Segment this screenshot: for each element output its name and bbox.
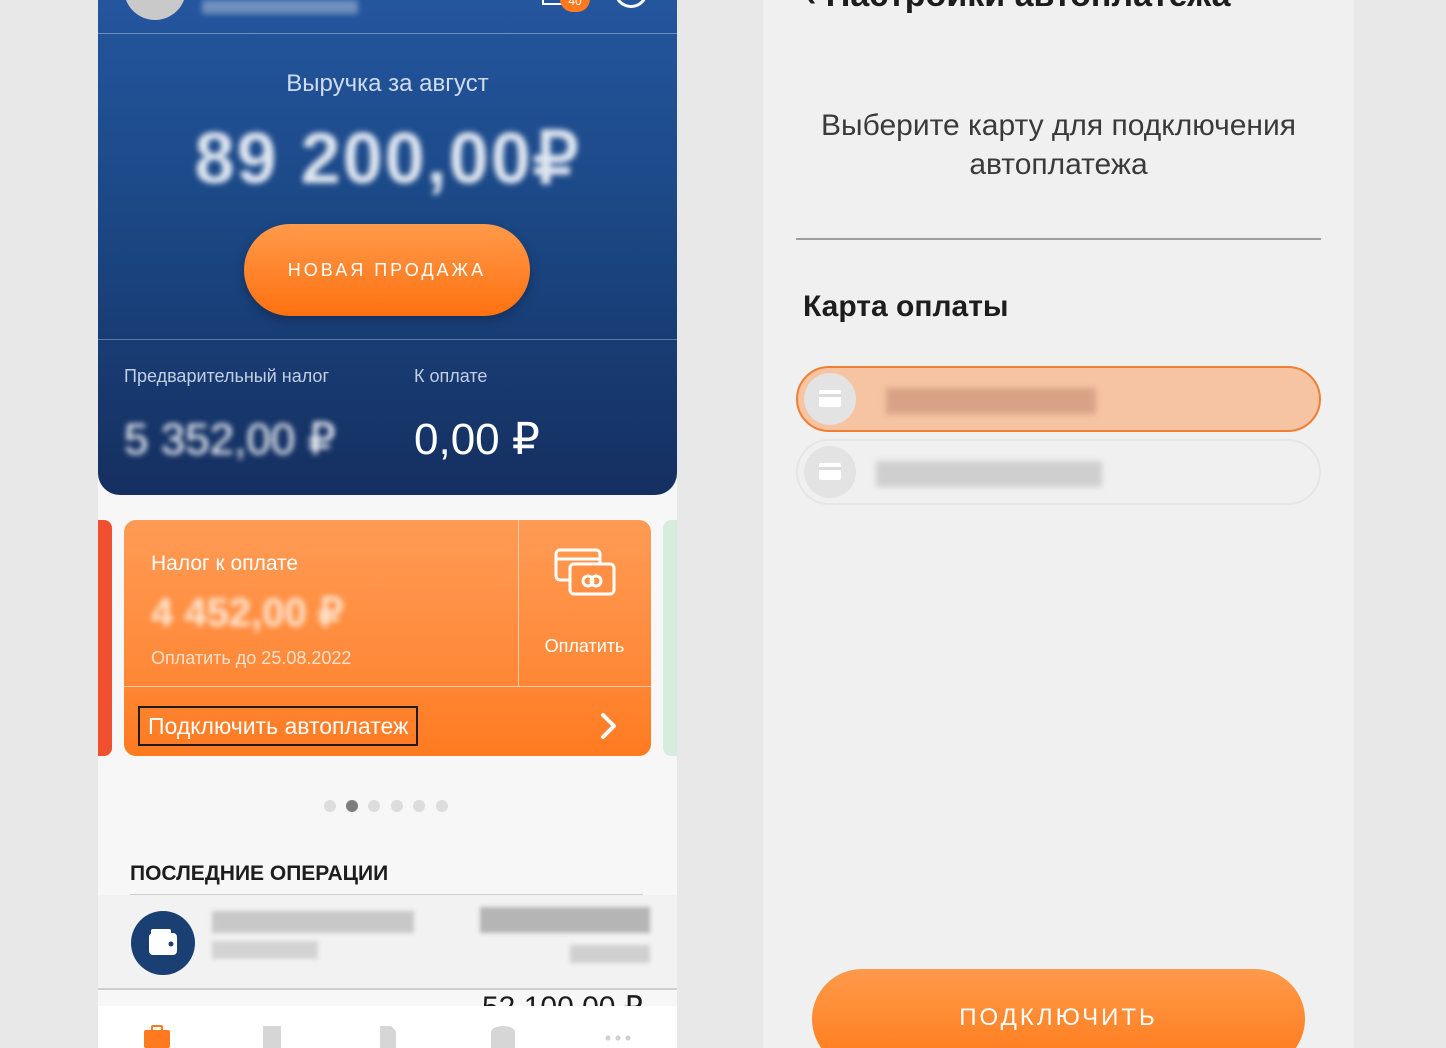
connect-autopay-link[interactable]: Подключить автоплатеж <box>138 706 419 746</box>
divider <box>796 238 1321 240</box>
home-screen: 40 Выручка за август 89 200,00₽ НОВАЯ ПР… <box>98 0 677 1048</box>
revenue-panel: 40 Выручка за август 89 200,00₽ НОВАЯ ПР… <box>98 0 677 495</box>
card-option-selected[interactable] <box>796 366 1321 432</box>
revenue-amount: 89 200,00₽ <box>194 119 581 199</box>
credit-card-icon <box>819 463 841 480</box>
credit-cards-icon[interactable] <box>554 548 618 598</box>
tax-card-due-date: Оплатить до 25.08.2022 <box>151 648 352 668</box>
more-icon[interactable] <box>603 1024 633 1048</box>
card-option[interactable] <box>796 439 1321 505</box>
carousel-dot[interactable] <box>413 800 425 812</box>
operation-row[interactable] <box>98 895 677 988</box>
tax-card-amount: 4 452,00 ₽ <box>151 591 344 635</box>
carousel-next-card[interactable] <box>663 520 677 756</box>
to-pay-value: 0,00 ₽ <box>414 415 540 464</box>
username-redacted <box>202 0 358 14</box>
operation-amount-redacted <box>480 907 650 933</box>
pay-button[interactable]: Оплатить <box>518 636 651 657</box>
card-icon-wrap <box>804 446 856 498</box>
operation-subtitle-redacted <box>212 941 318 959</box>
avatar[interactable] <box>124 0 186 20</box>
page-title[interactable]: ‹ Настройки автоплатежа <box>805 0 1231 15</box>
new-sale-button[interactable]: НОВАЯ ПРОДАЖА <box>244 224 530 316</box>
revenue-label: Выручка за август <box>286 70 489 97</box>
operation-icon <box>131 911 195 975</box>
notification-badge: 40 <box>560 0 590 12</box>
divider <box>124 686 651 687</box>
bottom-tab-bar <box>98 1006 677 1048</box>
receipt-icon[interactable] <box>257 1024 287 1048</box>
connect-button[interactable]: ПОДКЛЮЧИТЬ <box>812 969 1305 1048</box>
instruction-text: Выберите карту для подключения автоплате… <box>821 109 1296 181</box>
carousel-dot[interactable] <box>436 800 448 812</box>
tax-payment-card[interactable]: Налог к оплате 4 452,00 ₽ Оплатить до 25… <box>124 520 651 756</box>
carousel-dot[interactable] <box>391 800 403 812</box>
divider <box>98 339 677 340</box>
divider <box>518 520 519 686</box>
card-icon-wrap <box>804 373 856 425</box>
tax-card-title: Налог к оплате <box>151 552 299 575</box>
profile-menu-icon[interactable] <box>614 0 648 8</box>
operation-date-redacted <box>570 945 650 963</box>
chevron-right-icon[interactable] <box>594 706 624 746</box>
prelim-tax-value: 5 352,00 ₽ <box>124 415 336 464</box>
to-pay-label: К оплате <box>414 366 488 386</box>
carousel-prev-card[interactable] <box>98 520 112 756</box>
carousel-dot[interactable] <box>368 800 380 812</box>
card-number-redacted <box>886 388 1096 414</box>
credit-card-icon <box>819 390 841 407</box>
briefcase-icon[interactable] <box>142 1024 172 1048</box>
document-icon[interactable] <box>372 1024 402 1048</box>
operation-name-redacted <box>212 911 414 933</box>
carousel-dot-active[interactable] <box>346 800 358 812</box>
recent-operations-title: ПОСЛЕДНИЕ ОПЕРАЦИИ <box>130 862 389 885</box>
carousel-dot[interactable] <box>324 800 336 812</box>
section-title: Карта оплаты <box>803 290 1009 323</box>
card-number-redacted <box>876 461 1102 487</box>
top-bar: 40 <box>98 0 677 34</box>
wallet-icon <box>149 929 177 955</box>
coins-icon[interactable] <box>488 1024 518 1048</box>
prelim-tax-label: Предварительный налог <box>124 366 330 386</box>
autopay-settings-screen: ‹ Настройки автоплатежа Выберите карту д… <box>763 0 1354 1048</box>
